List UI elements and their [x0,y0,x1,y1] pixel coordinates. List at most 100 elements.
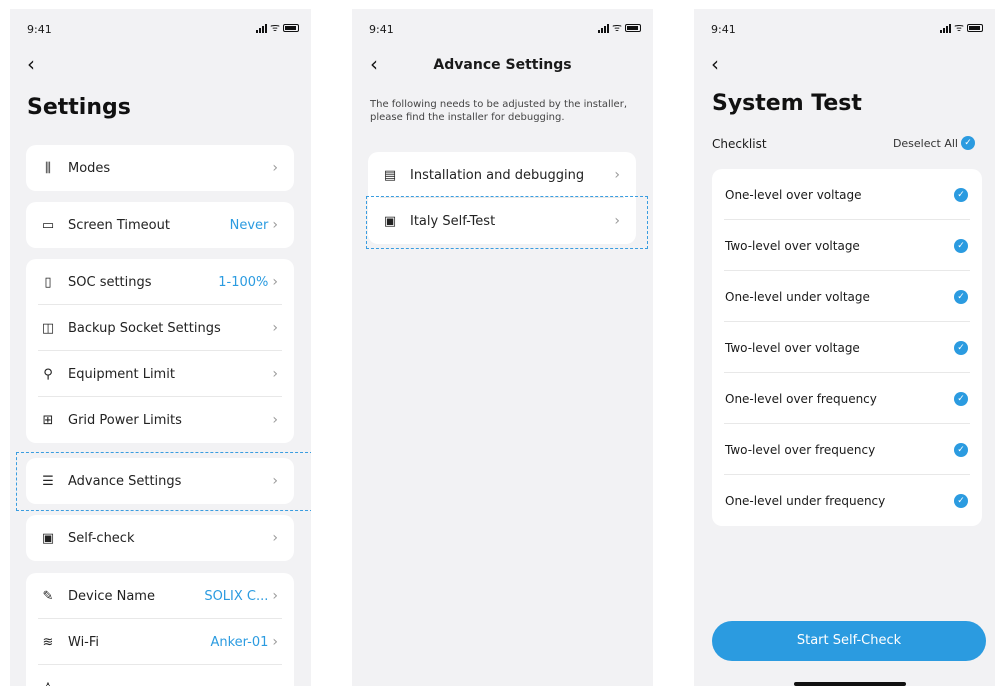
install-icon: ▤ [383,167,397,183]
checklist-item-label: One-level under voltage [725,289,870,304]
checklist-item-label: Two-level over voltage [725,340,860,355]
equipment-icon: ⚲ [43,366,53,382]
page-title: Advance Settings [433,57,572,73]
settings-group-screen: ▭ Screen Timeout Never › [26,202,294,248]
settings-item-modes[interactable]: ⫼ Modes › [26,145,294,191]
checklist-item-label: One-level over voltage [725,187,862,202]
battery-status-icon [625,24,641,32]
checklist-item[interactable]: One-level over frequency ✓ [712,373,982,424]
start-self-check-button[interactable]: Start Self-Check [712,621,986,661]
wifi-status-icon: ᯤ [269,21,280,34]
home-indicator [794,682,906,686]
checklist-item[interactable]: One-level under frequency ✓ [712,475,982,526]
checklist-item[interactable]: Two-level over frequency ✓ [712,424,982,475]
settings-item-equipment-limit[interactable]: ⚲ Equipment Limit › [26,351,294,397]
modes-icon: ⫼ [45,160,51,176]
chevron-right-icon: › [272,160,278,176]
signal-icon [597,23,609,33]
checklist-item[interactable]: Two-level over voltage ✓ [712,322,982,373]
status-bar: 9:41 ᯤ [369,21,641,37]
chevron-right-icon: › [272,634,278,650]
settings-item-grid-power[interactable]: ⊞ Grid Power Limits › [26,397,294,443]
settings-item-label: Device Name [68,588,155,604]
settings-item-device-name[interactable]: ✎ Device Name SOLIX C... › [26,573,294,619]
check-icon[interactable]: ✓ [954,289,968,304]
checklist-item-label: Two-level over frequency [725,442,876,457]
highlight-box [366,196,648,249]
chevron-right-icon: › [272,274,278,290]
settings-item-label: Backup Socket Settings [68,320,221,336]
status-time: 9:41 [369,23,394,36]
selfcheck-icon: ▣ [41,530,55,546]
checklist-item-label: Two-level over voltage [725,238,860,253]
battery-icon: ▯ [44,274,52,290]
settings-screen: 9:41 ᯤ ‹ Settings ⫼ Modes › ▭ Screen Tim… [10,9,311,686]
chevron-right-icon: › [272,530,278,546]
status-bar: 9:41 ᯤ [711,21,983,37]
settings-item-value: Anker-01 [210,634,269,650]
check-icon: ✓ [961,136,975,150]
settings-item-label: Grid Power Limits [68,412,182,428]
screen-icon: ▭ [41,217,55,233]
page-title: Settings [27,95,131,120]
pen-icon: ✎ [42,588,54,604]
settings-item-more[interactable]: ♙ [26,665,294,686]
battery-status-icon [283,24,299,32]
checklist-item[interactable]: Two-level over voltage ✓ [712,220,982,271]
wifi-icon: ≋ [42,634,54,650]
settings-item-label: Screen Timeout [68,217,170,233]
settings-group-device: ✎ Device Name SOLIX C... › ≋ Wi-Fi Anker… [26,573,294,686]
settings-item-value: SOLIX C... [204,588,269,604]
checklist-item-label: One-level under frequency [725,493,886,508]
check-icon[interactable]: ✓ [954,238,968,253]
socket-icon: ◫ [41,320,55,336]
checklist-item[interactable]: One-level under voltage ✓ [712,271,982,322]
settings-item-value: 1-100% [218,274,269,290]
check-icon[interactable]: ✓ [954,340,968,355]
settings-item-value: Never [229,217,269,233]
settings-item-wifi[interactable]: ≋ Wi-Fi Anker-01 › [26,619,294,665]
highlight-box [16,452,311,511]
chevron-right-icon: › [272,412,278,428]
status-time: 9:41 [27,23,52,36]
settings-item-self-check[interactable]: ▣ Self-check › [26,515,294,561]
back-button[interactable]: ‹ [711,54,719,74]
check-icon[interactable]: ✓ [954,493,968,508]
wifi-status-icon: ᯤ [611,21,622,34]
settings-group-selfcheck: ▣ Self-check › [26,515,294,561]
chevron-right-icon: › [272,320,278,336]
battery-status-icon [967,24,983,32]
check-icon[interactable]: ✓ [954,187,968,202]
chevron-right-icon: › [272,366,278,382]
settings-item-backup-socket[interactable]: ◫ Backup Socket Settings › [26,305,294,351]
deselect-all-button[interactable]: Deselect All ✓ [893,136,975,150]
check-icon[interactable]: ✓ [954,442,968,457]
deselect-all-label: Deselect All [892,136,958,150]
settings-item-label: Modes [68,160,111,176]
grid-icon: ⊞ [42,412,54,428]
advance-item-label: Installation and debugging [410,167,585,183]
chevron-right-icon: › [272,588,278,604]
settings-item-screen-timeout[interactable]: ▭ Screen Timeout Never › [26,202,294,248]
check-icon[interactable]: ✓ [954,391,968,406]
settings-item-label: Wi-Fi [68,634,100,650]
status-time: 9:41 [711,23,736,36]
signal-icon [255,23,267,33]
page-title: System Test [712,91,862,116]
wifi-status-icon: ᯤ [953,21,964,34]
status-bar: 9:41 ᯤ [27,21,299,37]
advance-item-installation[interactable]: ▤ Installation and debugging › [368,152,636,198]
settings-item-label: SOC settings [68,274,152,290]
chevron-right-icon: › [614,167,620,183]
back-button[interactable]: ‹ [27,54,35,74]
advance-settings-screen: 9:41 ᯤ ‹ Advance Settings The following … [352,9,653,686]
checklist-card: One-level over voltage ✓ Two-level over … [712,169,982,526]
checklist-item-label: One-level over frequency [725,391,877,406]
settings-item-soc[interactable]: ▯ SOC settings 1-100% › [26,259,294,305]
checklist-label: Checklist [712,137,767,151]
signal-icon [939,23,951,33]
settings-item-label: Equipment Limit [68,366,175,382]
system-test-screen: 9:41 ᯤ ‹ System Test Checklist Deselect … [694,9,995,686]
checklist-item[interactable]: One-level over voltage ✓ [712,169,982,220]
settings-group-modes: ⫼ Modes › [26,145,294,191]
